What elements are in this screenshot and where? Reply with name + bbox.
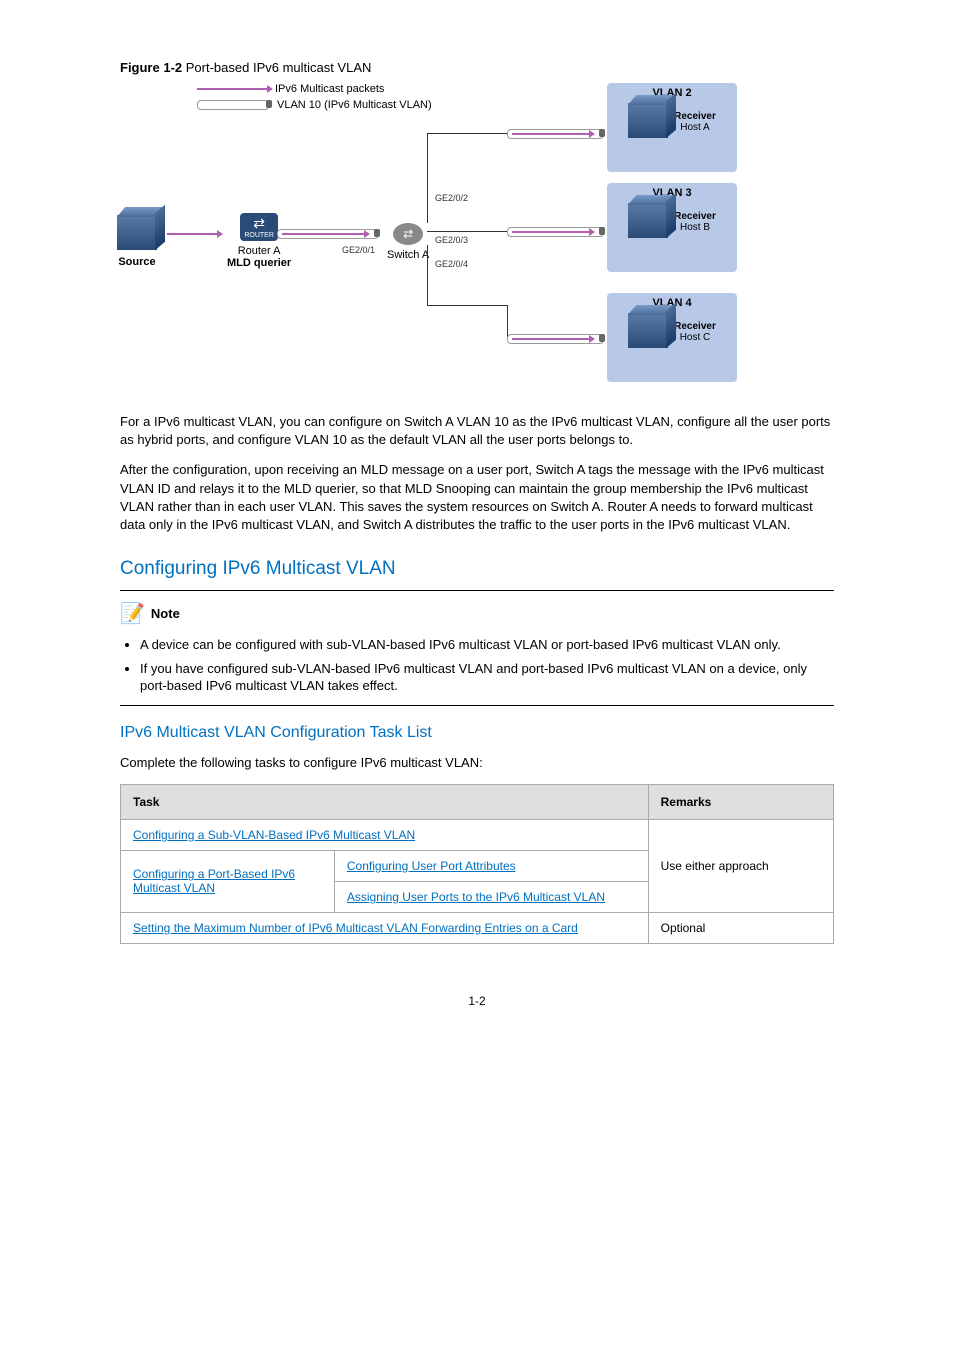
row12-remark: Use either approach xyxy=(648,819,833,912)
line-to-vlan3 xyxy=(427,231,507,232)
line-to-vlan2 xyxy=(427,133,507,134)
switch-icon xyxy=(393,223,423,245)
link-subvlan[interactable]: Configuring a Sub-VLAN-Based IPv6 Multic… xyxy=(133,828,415,842)
port-label-ge201: GE2/0/1 xyxy=(342,245,375,255)
port-label-ge202: GE2/0/2 xyxy=(435,193,468,203)
legend-arrow-multicast-icon xyxy=(197,88,267,90)
port-label-ge204: GE2/0/4 xyxy=(435,259,468,269)
section-title: Configuring IPv6 Multicast VLAN xyxy=(120,558,834,580)
network-diagram: IPv6 Multicast packets VLAN 10 (IPv6 Mul… xyxy=(197,83,757,393)
source-label: Source xyxy=(117,256,157,268)
figure-caption-text: Port-based IPv6 multicast VLAN xyxy=(186,60,372,75)
port-label-ge203: GE2/0/3 xyxy=(435,235,468,245)
pipe-to-vlan2 xyxy=(507,129,604,139)
mld-querier-label: MLD querier xyxy=(227,257,291,269)
router-node: ROUTER Router A MLD querier xyxy=(227,213,291,269)
note-bullets: A device can be configured with sub-VLAN… xyxy=(120,636,834,695)
figure-caption: Figure 1-2 Port-based IPv6 multicast VLA… xyxy=(120,60,834,75)
link-max-entries[interactable]: Setting the Maximum Number of IPv6 Multi… xyxy=(133,921,578,935)
divider-bottom xyxy=(120,705,834,706)
line-to-vlan4-v xyxy=(507,305,508,338)
divider-top xyxy=(120,590,834,591)
subsection-title: IPv6 Multicast VLAN Configuration Task L… xyxy=(120,724,834,742)
vlan2-box: VLAN 2 Receiver Host A xyxy=(607,83,737,172)
switch-node: Switch A xyxy=(387,223,429,261)
line-switch-up xyxy=(427,133,428,223)
pipe-to-vlan3 xyxy=(507,227,604,237)
note-header: 📝 Note xyxy=(120,601,834,626)
row3-task: Setting the Maximum Number of IPv6 Multi… xyxy=(121,912,649,943)
line-switch-down xyxy=(427,245,428,305)
note-label: Note xyxy=(151,606,180,621)
paragraph-1: For a IPv6 multicast VLAN, you can confi… xyxy=(120,413,834,449)
link-portbased[interactable]: Configuring a Port-Based IPv6 Multicast … xyxy=(133,867,295,895)
note-item-2: If you have configured sub-VLAN-based IP… xyxy=(140,660,834,695)
th-remarks: Remarks xyxy=(648,784,833,819)
table-intro: Complete the following tasks to configur… xyxy=(120,754,834,772)
switch-label: Switch A xyxy=(387,249,429,261)
host-b-icon xyxy=(628,203,668,238)
row2-c2: Assigning User Ports to the IPv6 Multica… xyxy=(334,881,648,912)
row3-remark: Optional xyxy=(648,912,833,943)
task-table: Task Remarks Configuring a Sub-VLAN-Base… xyxy=(120,784,834,944)
link-assign-ports[interactable]: Assigning User Ports to the IPv6 Multica… xyxy=(347,890,605,904)
host-c-label: Receiver Host C xyxy=(674,321,716,343)
row2-c1: Configuring User Port Attributes xyxy=(334,850,648,881)
arrow-source-router xyxy=(167,233,217,235)
paragraph-2: After the configuration, upon receiving … xyxy=(120,461,834,534)
page-number: 1-2 xyxy=(120,994,834,1008)
figure-number: Figure 1-2 xyxy=(120,60,182,75)
row2-group: Configuring a Port-Based IPv6 Multicast … xyxy=(121,850,335,912)
host-b-label: Receiver Host B xyxy=(674,211,716,233)
host-a-label: Receiver Host A xyxy=(674,111,716,133)
vlan3-box: VLAN 3 Receiver Host B xyxy=(607,183,737,272)
line-mid xyxy=(427,305,507,306)
legend-arrow-vlan-icon xyxy=(197,100,269,110)
router-icon: ROUTER xyxy=(240,213,278,241)
note-icon: 📝 xyxy=(120,601,145,626)
legend-vlan-label: VLAN 10 (IPv6 Multicast VLAN) xyxy=(277,99,432,111)
vlan4-box: VLAN 4 Receiver Host C xyxy=(607,293,737,382)
host-a-icon xyxy=(628,103,668,138)
router-label: Router A xyxy=(227,245,291,257)
row1-task: Configuring a Sub-VLAN-Based IPv6 Multic… xyxy=(121,819,649,850)
note-item-1: A device can be configured with sub-VLAN… xyxy=(140,636,834,654)
link-userport-attr[interactable]: Configuring User Port Attributes xyxy=(347,859,516,873)
source-node: Source xyxy=(117,213,157,268)
pipe-to-vlan4 xyxy=(507,334,604,344)
source-icon xyxy=(117,215,157,250)
legend-multicast-label: IPv6 Multicast packets xyxy=(275,83,384,95)
pipe-router-switch xyxy=(277,229,379,239)
th-task: Task xyxy=(121,784,649,819)
legend: IPv6 Multicast packets VLAN 10 (IPv6 Mul… xyxy=(197,83,432,115)
host-c-icon xyxy=(628,313,668,348)
